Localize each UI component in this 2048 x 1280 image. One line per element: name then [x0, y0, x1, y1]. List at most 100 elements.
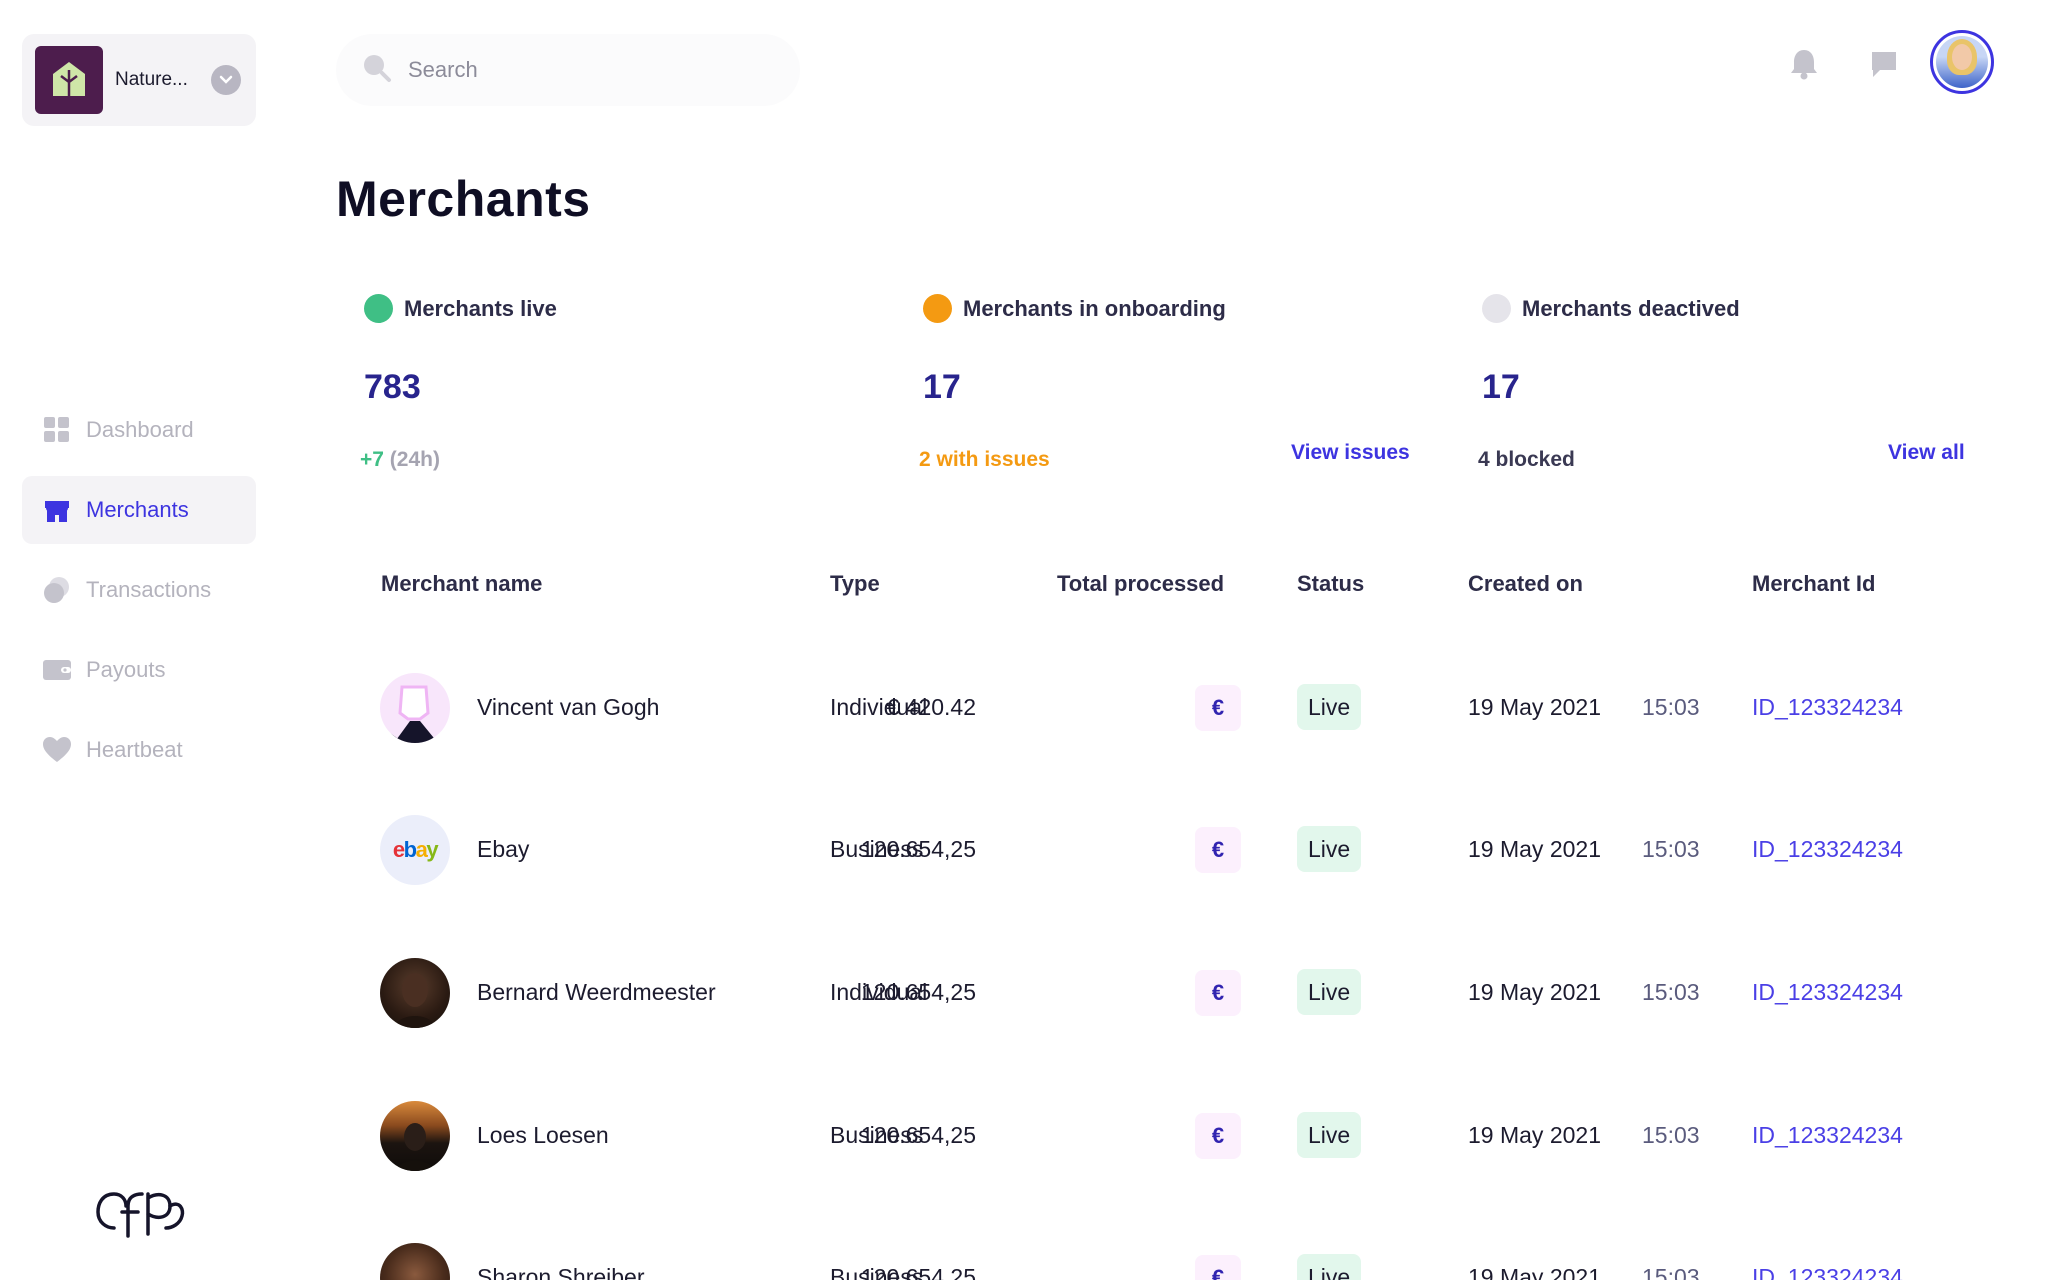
merchant-total: 120.654,25	[860, 979, 976, 1005]
stat-delta: +7	[360, 448, 384, 471]
status-badge: Live	[1297, 1254, 1362, 1280]
chat-icon[interactable]	[1864, 44, 1904, 84]
created-time: 15:03	[1642, 1264, 1700, 1280]
sidebar-item-label: Payouts	[86, 657, 166, 682]
column-header-merchant-name[interactable]: Merchant name	[381, 571, 542, 597]
stat-merchants-onboarding: Merchants in onboarding 17 2 with issues…	[895, 290, 1455, 480]
org-switcher[interactable]: Nature...	[22, 34, 256, 126]
status-dot	[1482, 294, 1511, 323]
merchant-name: Loes Loesen	[477, 1122, 609, 1148]
stat-label: Merchants deactived	[1522, 296, 1740, 321]
loes-avatar	[380, 1101, 450, 1171]
merchant-name: Bernard Weerdmeester	[477, 979, 716, 1005]
org-logo	[35, 46, 103, 114]
grid-icon	[43, 416, 71, 444]
created-date: 19 May 2021	[1468, 836, 1601, 862]
ebay-letter: e	[392, 837, 405, 862]
ebay-letter: b	[403, 837, 417, 862]
merchant-id-link[interactable]: ID_123324234	[1752, 1264, 1903, 1280]
created-time: 15:03	[1642, 979, 1700, 1005]
created-date: 19 May 2021	[1468, 1264, 1601, 1280]
sidebar-item-label: Merchants	[86, 497, 189, 522]
sidebar-item-label: Dashboard	[86, 417, 194, 442]
column-header-merchant-id[interactable]: Merchant Id	[1752, 571, 1875, 597]
status-badge: Live	[1297, 684, 1362, 730]
created-date: 19 May 2021	[1468, 694, 1601, 720]
merchant-id-link[interactable]: ID_123324234	[1752, 1122, 1903, 1149]
merchant-total: 120.654,25	[860, 836, 976, 862]
merchant-total: 120.654,25	[860, 1122, 976, 1148]
sidebar-item-label: Transactions	[86, 577, 212, 602]
page-title: Merchants	[336, 171, 591, 227]
euro-badge: €	[1195, 970, 1241, 1016]
status-badge: Live	[1297, 1112, 1362, 1158]
ebay-logo: ebay	[380, 815, 450, 885]
merchant-name: Sharon Shreiber	[477, 1264, 645, 1280]
column-header-status[interactable]: Status	[1297, 571, 1364, 597]
view-all-link[interactable]: View all	[1888, 441, 1965, 465]
status-badge: Live	[1297, 969, 1362, 1015]
merchant-id-link[interactable]: ID_123324234	[1752, 694, 1903, 721]
status-badge: Live	[1297, 826, 1362, 872]
stat-value: 17	[1482, 368, 1520, 406]
stat-blocked: 4 blocked	[1478, 448, 1575, 471]
status-dot	[923, 294, 952, 323]
stat-label: Merchants live	[404, 296, 557, 321]
sidebar-item-dashboard[interactable]: Dashboard	[22, 396, 256, 464]
stat-merchants-live: Merchants live 783 +7 (24h)	[336, 290, 896, 480]
wallet-icon	[43, 656, 71, 684]
table-row[interactable]: Bernard Weerdmeester Individual 120.654,…	[380, 958, 1980, 1028]
coins-icon	[43, 576, 71, 604]
created-time: 15:03	[1642, 694, 1700, 720]
stat-sub: +7 (24h)	[360, 448, 440, 472]
stat-value: 17	[923, 368, 961, 406]
euro-badge: €	[1195, 685, 1241, 731]
status-dot	[364, 294, 393, 323]
ebay-letter: a	[415, 837, 428, 862]
table-row[interactable]: Sharon Shreiber Business 120.654,25 € Li…	[380, 1243, 1980, 1280]
ebay-letter: y	[426, 837, 438, 862]
search-input[interactable]	[408, 57, 768, 83]
created-date: 19 May 2021	[1468, 1122, 1601, 1148]
merchant-id-link[interactable]: ID_123324234	[1752, 836, 1903, 863]
search-bar[interactable]	[336, 34, 800, 106]
table-row[interactable]: Loes Loesen Business 120.654,25 € Live 1…	[380, 1101, 1980, 1171]
euro-badge: €	[1195, 827, 1241, 873]
view-issues-link[interactable]: View issues	[1291, 441, 1410, 465]
stat-value: 783	[364, 368, 421, 406]
stat-label: Merchants in onboarding	[963, 296, 1226, 321]
stat-merchants-deactivated: Merchants deactived 17 4 blocked View al…	[1454, 290, 2014, 480]
sharon-avatar	[380, 1243, 450, 1280]
column-header-total-processed[interactable]: Total processed	[1057, 571, 1224, 597]
table-row[interactable]: Vincent van Gogh Individual € 420.42 € L…	[380, 673, 1980, 743]
stat-issues: 2 with issues	[919, 448, 1050, 471]
sidebar-item-heartbeat[interactable]: Heartbeat	[22, 716, 256, 784]
created-date: 19 May 2021	[1468, 979, 1601, 1005]
merchant-id-link[interactable]: ID_123324234	[1752, 979, 1903, 1006]
merchant-total: 120.654,25	[860, 1264, 976, 1280]
bell-icon[interactable]	[1784, 44, 1824, 84]
euro-badge: €	[1195, 1255, 1241, 1280]
column-header-type[interactable]: Type	[830, 571, 880, 597]
user-avatar[interactable]	[1930, 30, 1994, 94]
created-time: 15:03	[1642, 1122, 1700, 1148]
leaf-house-icon	[53, 62, 85, 96]
created-time: 15:03	[1642, 836, 1700, 862]
stat-period: (24h)	[389, 448, 440, 471]
store-icon	[43, 496, 71, 524]
chevron-down-icon[interactable]	[211, 65, 241, 95]
merchant-name: Ebay	[477, 836, 530, 862]
sidebar-nav: Dashboard Merchants Transactions Payouts…	[22, 396, 256, 796]
table-row[interactable]: ebay Ebay Business 120.654,25 € Live 19 …	[380, 815, 1980, 885]
sidebar-item-label: Heartbeat	[86, 737, 183, 762]
search-icon	[362, 53, 392, 88]
vangogh-avatar	[380, 673, 450, 743]
column-header-created-on[interactable]: Created on	[1468, 571, 1583, 597]
heart-icon	[43, 736, 71, 764]
bernard-avatar	[380, 958, 450, 1028]
merchant-name: Vincent van Gogh	[477, 694, 660, 720]
sidebar-item-transactions[interactable]: Transactions	[22, 556, 256, 624]
sidebar-item-merchants[interactable]: Merchants	[22, 476, 256, 544]
euro-badge: €	[1195, 1113, 1241, 1159]
sidebar-item-payouts[interactable]: Payouts	[22, 636, 256, 704]
